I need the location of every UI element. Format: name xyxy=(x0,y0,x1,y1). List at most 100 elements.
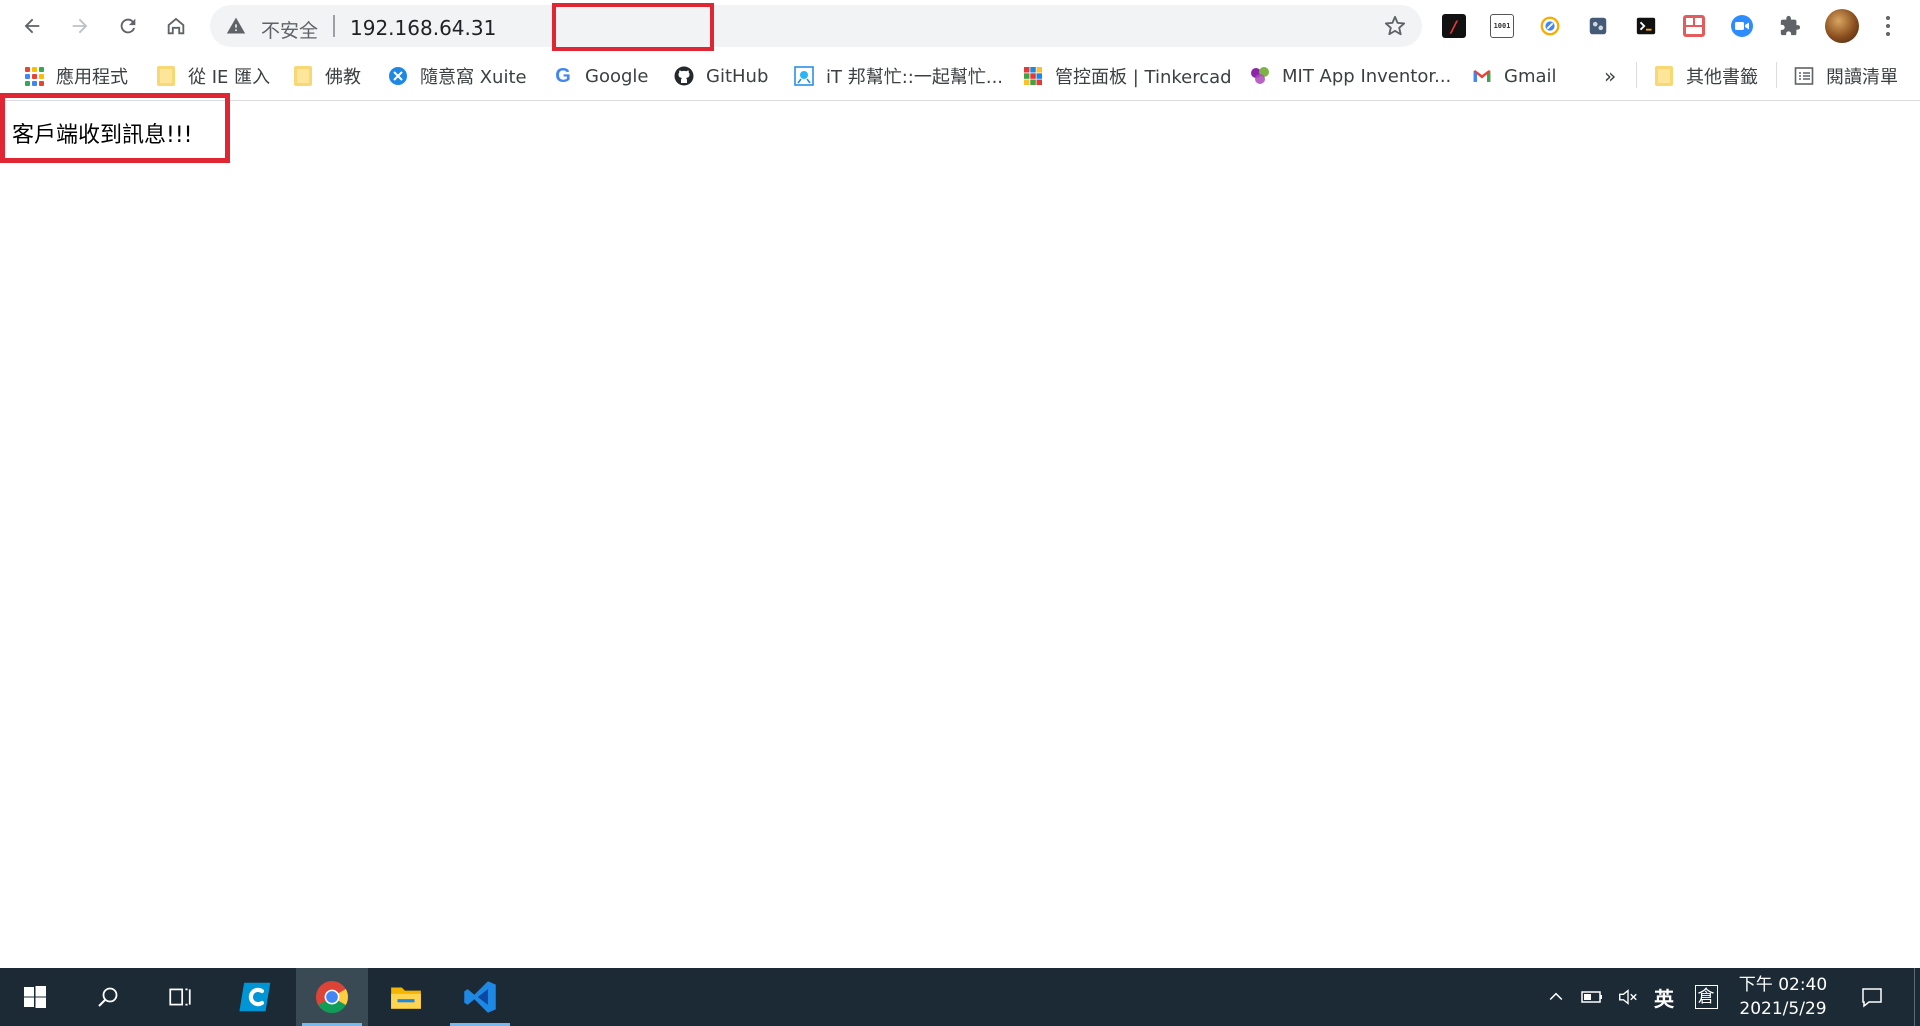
puzzle-icon xyxy=(1780,15,1801,36)
volume-button[interactable] xyxy=(1612,968,1644,1026)
security-label[interactable]: 不安全 xyxy=(261,16,318,43)
address-bar[interactable]: 不安全 192.168.64.31 xyxy=(210,3,1422,51)
show-hidden-icons-button[interactable] xyxy=(1540,968,1572,1026)
bookmark-label: 隨意窩 Xuite xyxy=(420,67,527,88)
bookmark-label: GitHub xyxy=(706,65,769,87)
bookmark-gmail[interactable]: Gmail xyxy=(1472,61,1557,91)
bookmark-label: Gmail xyxy=(1504,65,1557,87)
extension-zoom-icon[interactable] xyxy=(1728,12,1756,40)
bookmark-label: 閱讀清單 xyxy=(1826,67,1898,88)
extension-compass-icon[interactable] xyxy=(1536,12,1564,40)
apps-icon xyxy=(24,66,44,86)
binary-icon: 1001 xyxy=(1490,14,1514,38)
extensions-menu-button[interactable] xyxy=(1776,12,1804,40)
taskbar-file-explorer[interactable] xyxy=(370,968,442,1026)
video-camera-icon xyxy=(1731,15,1753,37)
extension-puzzle-blue-icon[interactable] xyxy=(1584,12,1612,40)
folder-icon xyxy=(391,987,421,1009)
home-button[interactable] xyxy=(160,10,192,42)
action-center-button[interactable] xyxy=(1852,968,1892,1026)
bookmark-label: 其他書籤 xyxy=(1686,67,1758,88)
battery-icon xyxy=(1581,991,1602,1003)
input-language-button[interactable]: 英 xyxy=(1648,968,1680,1026)
taskbar-clock[interactable]: 下午 02:40 2021/5/29 xyxy=(1728,973,1838,1021)
menu-dot-icon xyxy=(1886,32,1890,36)
bookmark-github[interactable]: GitHub xyxy=(674,61,768,91)
folder-icon xyxy=(293,66,313,86)
bookmark-label: iT 邦幫忙::一起幫忙... xyxy=(826,67,1004,88)
vscode-icon xyxy=(464,981,496,1013)
compass-icon xyxy=(1540,16,1560,36)
gmail-icon xyxy=(1472,66,1492,86)
bookmarks-divider xyxy=(1636,62,1637,88)
folder-icon xyxy=(156,66,176,86)
windows-logo-icon xyxy=(24,986,46,1008)
back-button[interactable] xyxy=(16,10,48,42)
chevron-double-right-icon: » xyxy=(1604,64,1617,88)
task-view-button[interactable] xyxy=(144,968,216,1026)
extension-terminal-icon[interactable] xyxy=(1632,12,1660,40)
show-desktop-button[interactable] xyxy=(1914,968,1920,1026)
bookmark-ithome[interactable]: iT 邦幫忙::一起幫忙... xyxy=(794,61,1003,91)
github-icon xyxy=(674,66,694,86)
arrow-left-icon xyxy=(24,18,40,34)
bookmark-label: 佛教 xyxy=(325,67,361,88)
browser-toolbar: 不安全 192.168.64.31 / 1001 xyxy=(0,0,1920,52)
bookmark-xuite[interactable]: 隨意窩 Xuite xyxy=(388,61,527,91)
menu-dot-icon xyxy=(1886,16,1890,20)
battery-indicator[interactable] xyxy=(1576,968,1608,1026)
extension-red-grid-icon[interactable] xyxy=(1680,12,1708,40)
tinkercad-icon xyxy=(1023,66,1043,86)
slash-icon: / xyxy=(1442,14,1466,38)
extension-binary-icon[interactable]: 1001 xyxy=(1488,12,1516,40)
taskbar-vscode[interactable] xyxy=(444,968,516,1026)
taskbar-app-c[interactable] xyxy=(220,968,292,1026)
red-stamp-icon xyxy=(1683,15,1705,37)
app-c-icon xyxy=(239,982,271,1012)
address-separator xyxy=(333,15,335,37)
browser-menu-button[interactable] xyxy=(1878,12,1898,40)
task-view-icon xyxy=(169,988,191,1006)
search-icon xyxy=(98,987,118,1007)
menu-dot-icon xyxy=(1886,24,1890,28)
forward-button[interactable] xyxy=(64,10,96,42)
bookmark-folder-ie-import[interactable]: 從 IE 匯入 xyxy=(156,61,270,91)
bookmarks-bar: 應用程式 從 IE 匯入 佛教 隨意窩 Xuite G Google GitHu… xyxy=(0,52,1920,101)
extension-slash-icon[interactable]: / xyxy=(1440,12,1468,40)
bookmark-apps[interactable]: 應用程式 xyxy=(24,61,128,91)
other-bookmarks-folder[interactable]: 其他書籤 xyxy=(1654,61,1758,91)
taskbar-chrome[interactable] xyxy=(296,968,368,1026)
url-text[interactable]: 192.168.64.31 xyxy=(350,16,496,40)
bookmarks-overflow-button[interactable]: » xyxy=(1604,61,1616,91)
folder-icon xyxy=(1654,66,1674,86)
reading-list-icon xyxy=(1794,66,1814,86)
client-message-text: 客戶端收到訊息!!! xyxy=(12,123,193,148)
star-icon[interactable] xyxy=(1384,15,1406,37)
web-page: 客戶端收到訊息!!! xyxy=(0,93,1920,968)
arrow-right-icon xyxy=(72,18,88,34)
google-icon: G xyxy=(555,64,571,87)
bookmark-google[interactable]: G Google xyxy=(553,61,648,91)
bookmark-folder-buddhism[interactable]: 佛教 xyxy=(293,61,361,91)
search-button[interactable] xyxy=(72,968,144,1026)
clock-date: 2021/5/29 xyxy=(1739,999,1827,1019)
bookmark-label: 從 IE 匯入 xyxy=(188,67,271,88)
bookmark-app-inventor[interactable]: MIT App Inventor... xyxy=(1250,61,1451,91)
bookmark-label: 管控面板 | Tinkercad xyxy=(1055,67,1232,88)
profile-avatar[interactable] xyxy=(1825,9,1859,43)
terminal-icon xyxy=(1636,17,1656,35)
start-button[interactable] xyxy=(0,968,70,1026)
xuite-icon xyxy=(388,66,408,86)
bookmark-tinkercad[interactable]: 管控面板 | Tinkercad xyxy=(1023,61,1232,91)
bookmark-label: Google xyxy=(585,65,649,87)
ime-mode-button[interactable]: 倉 xyxy=(1690,968,1722,1026)
reading-list-button[interactable]: 閱讀清單 xyxy=(1794,61,1898,91)
app-inventor-icon xyxy=(1250,66,1270,86)
notification-icon xyxy=(1862,988,1882,1008)
clock-time: 下午 02:40 xyxy=(1738,975,1828,995)
warning-triangle-icon[interactable] xyxy=(226,16,246,36)
chevron-up-icon xyxy=(1549,992,1563,1001)
volume-muted-icon xyxy=(1619,989,1637,1005)
chrome-icon xyxy=(316,981,348,1013)
reload-button[interactable] xyxy=(112,10,144,42)
